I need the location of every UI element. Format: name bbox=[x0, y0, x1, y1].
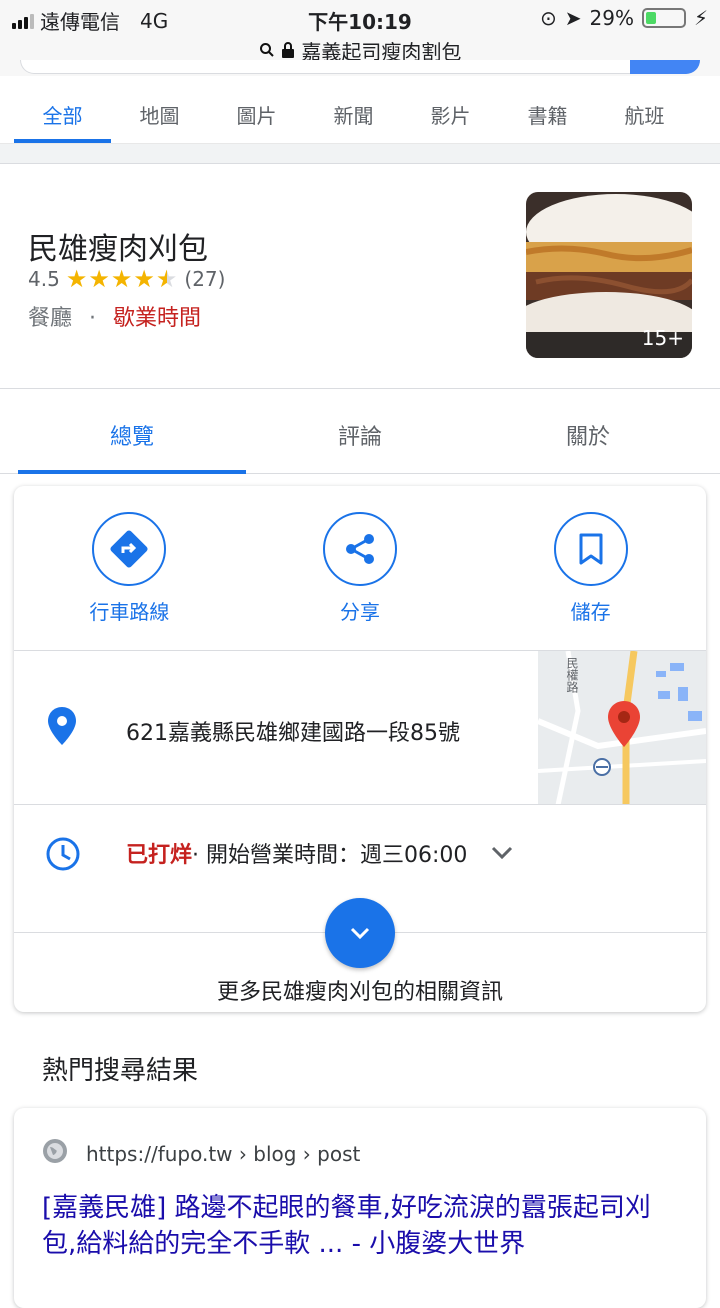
hours-detail: · 開始營業時間：週三06:00 bbox=[192, 843, 468, 868]
status-bar: 遠傳電信 4G 下午10:19 ⊙ ➤ 29% ⚡ bbox=[0, 0, 720, 36]
bookmark-icon bbox=[553, 512, 628, 586]
tab-videos[interactable]: 影片 bbox=[402, 76, 499, 143]
map-thumbnail[interactable]: 民權路 bbox=[538, 651, 706, 805]
tab-maps[interactable]: 地圖 bbox=[111, 76, 208, 143]
share-icon bbox=[323, 512, 397, 586]
rating-value: 4.5 bbox=[28, 267, 60, 291]
tab-images[interactable]: 圖片 bbox=[208, 76, 305, 143]
share-button[interactable]: 分享 bbox=[245, 486, 476, 650]
tab-flights[interactable]: 航班 bbox=[596, 76, 693, 143]
battery-percent: 29% bbox=[589, 6, 634, 30]
star-rating-icon: ★★★★★ bbox=[65, 265, 179, 293]
map-road-label: 民權路 bbox=[565, 657, 579, 693]
section-divider bbox=[0, 144, 720, 164]
search-nav-tabs: 全部 地圖 圖片 新聞 影片 書籍 航班 bbox=[0, 76, 720, 144]
result-title[interactable]: [嘉義民雄] 路邊不起眼的餐車,好吃流淚的囂張起司刈包,給料給的完全不手軟 ..… bbox=[42, 1190, 682, 1262]
business-photo[interactable]: 15+ bbox=[526, 192, 692, 358]
address-text: 621嘉義縣民雄鄉建國路一段85號 bbox=[126, 721, 460, 746]
location-pin-icon bbox=[48, 707, 76, 749]
hours-text: 已打烊 · 開始營業時間：週三06:00 bbox=[126, 837, 513, 869]
clock-icon bbox=[44, 835, 82, 877]
business-name: 民雄瘦肉刈包 bbox=[28, 232, 208, 267]
lock-icon bbox=[281, 39, 301, 63]
search-result-card[interactable]: https://fupo.tw › blog › post [嘉義民雄] 路邊不… bbox=[14, 1108, 706, 1308]
hours-status: 已打烊 bbox=[126, 843, 193, 868]
status-right: ⊙ ➤ 29% ⚡ bbox=[540, 6, 708, 30]
directions-icon bbox=[92, 512, 167, 586]
map-marker-icon bbox=[608, 701, 640, 751]
photo-count: 15+ bbox=[641, 326, 684, 350]
search-box-edge bbox=[0, 60, 720, 76]
search-button[interactable] bbox=[630, 60, 700, 74]
review-count: (27) bbox=[184, 267, 226, 291]
result-source: https://fupo.tw › blog › post bbox=[42, 1138, 360, 1169]
charging-icon: ⚡ bbox=[693, 6, 708, 30]
expand-more-icon bbox=[350, 927, 370, 940]
location-arrow-icon: ➤ bbox=[564, 6, 582, 30]
expand-more-button[interactable] bbox=[325, 898, 395, 968]
directions-label: 行車路線 bbox=[89, 600, 170, 624]
tab-news[interactable]: 新聞 bbox=[305, 76, 402, 143]
save-label: 儲存 bbox=[570, 600, 611, 624]
result-url: https://fupo.tw › blog › post bbox=[86, 1141, 361, 1166]
hours-link[interactable]: 歇業時間 bbox=[113, 306, 201, 331]
share-label: 分享 bbox=[340, 600, 380, 624]
search-icon bbox=[259, 39, 281, 63]
orientation-lock-icon: ⊙ bbox=[539, 6, 557, 30]
category-separator: · bbox=[89, 306, 97, 331]
tab-reviews[interactable]: 評論 bbox=[246, 389, 474, 473]
address-row[interactable]: 621嘉義縣民雄鄉建國路一段85號 民權路 bbox=[14, 650, 706, 805]
business-rating[interactable]: 4.5 ★★★★★ (27) bbox=[28, 265, 225, 293]
chevron-down-icon[interactable] bbox=[491, 841, 513, 866]
business-header: 民雄瘦肉刈包 4.5 ★★★★★ (27) 餐廳 · 歇業時間 15+ bbox=[0, 164, 720, 388]
battery-icon bbox=[641, 8, 686, 28]
directions-button[interactable]: 行車路線 bbox=[14, 486, 245, 650]
business-info-card: 行車路線 分享 儲存 621嘉義縣民雄鄉建國路一段85號 民權路 已打烊 · 開… bbox=[14, 486, 706, 1012]
more-info-link[interactable]: 更多民雄瘦肉刈包的相關資訊 bbox=[14, 974, 706, 1006]
globe-icon bbox=[42, 1138, 68, 1169]
popular-results-heading: 熱門搜尋結果 bbox=[42, 1056, 199, 1086]
tab-about[interactable]: 關於 bbox=[474, 389, 702, 473]
business-category: 餐廳 · 歇業時間 bbox=[28, 300, 201, 332]
tab-overview[interactable]: 總覽 bbox=[18, 389, 246, 474]
save-button[interactable]: 儲存 bbox=[475, 486, 706, 650]
tab-all[interactable]: 全部 bbox=[14, 76, 111, 143]
tab-books[interactable]: 書籍 bbox=[499, 76, 596, 143]
business-sub-tabs: 總覽 評論 關於 bbox=[0, 388, 720, 474]
action-buttons: 行車路線 分享 儲存 bbox=[14, 486, 706, 650]
category-label: 餐廳 bbox=[28, 306, 73, 331]
